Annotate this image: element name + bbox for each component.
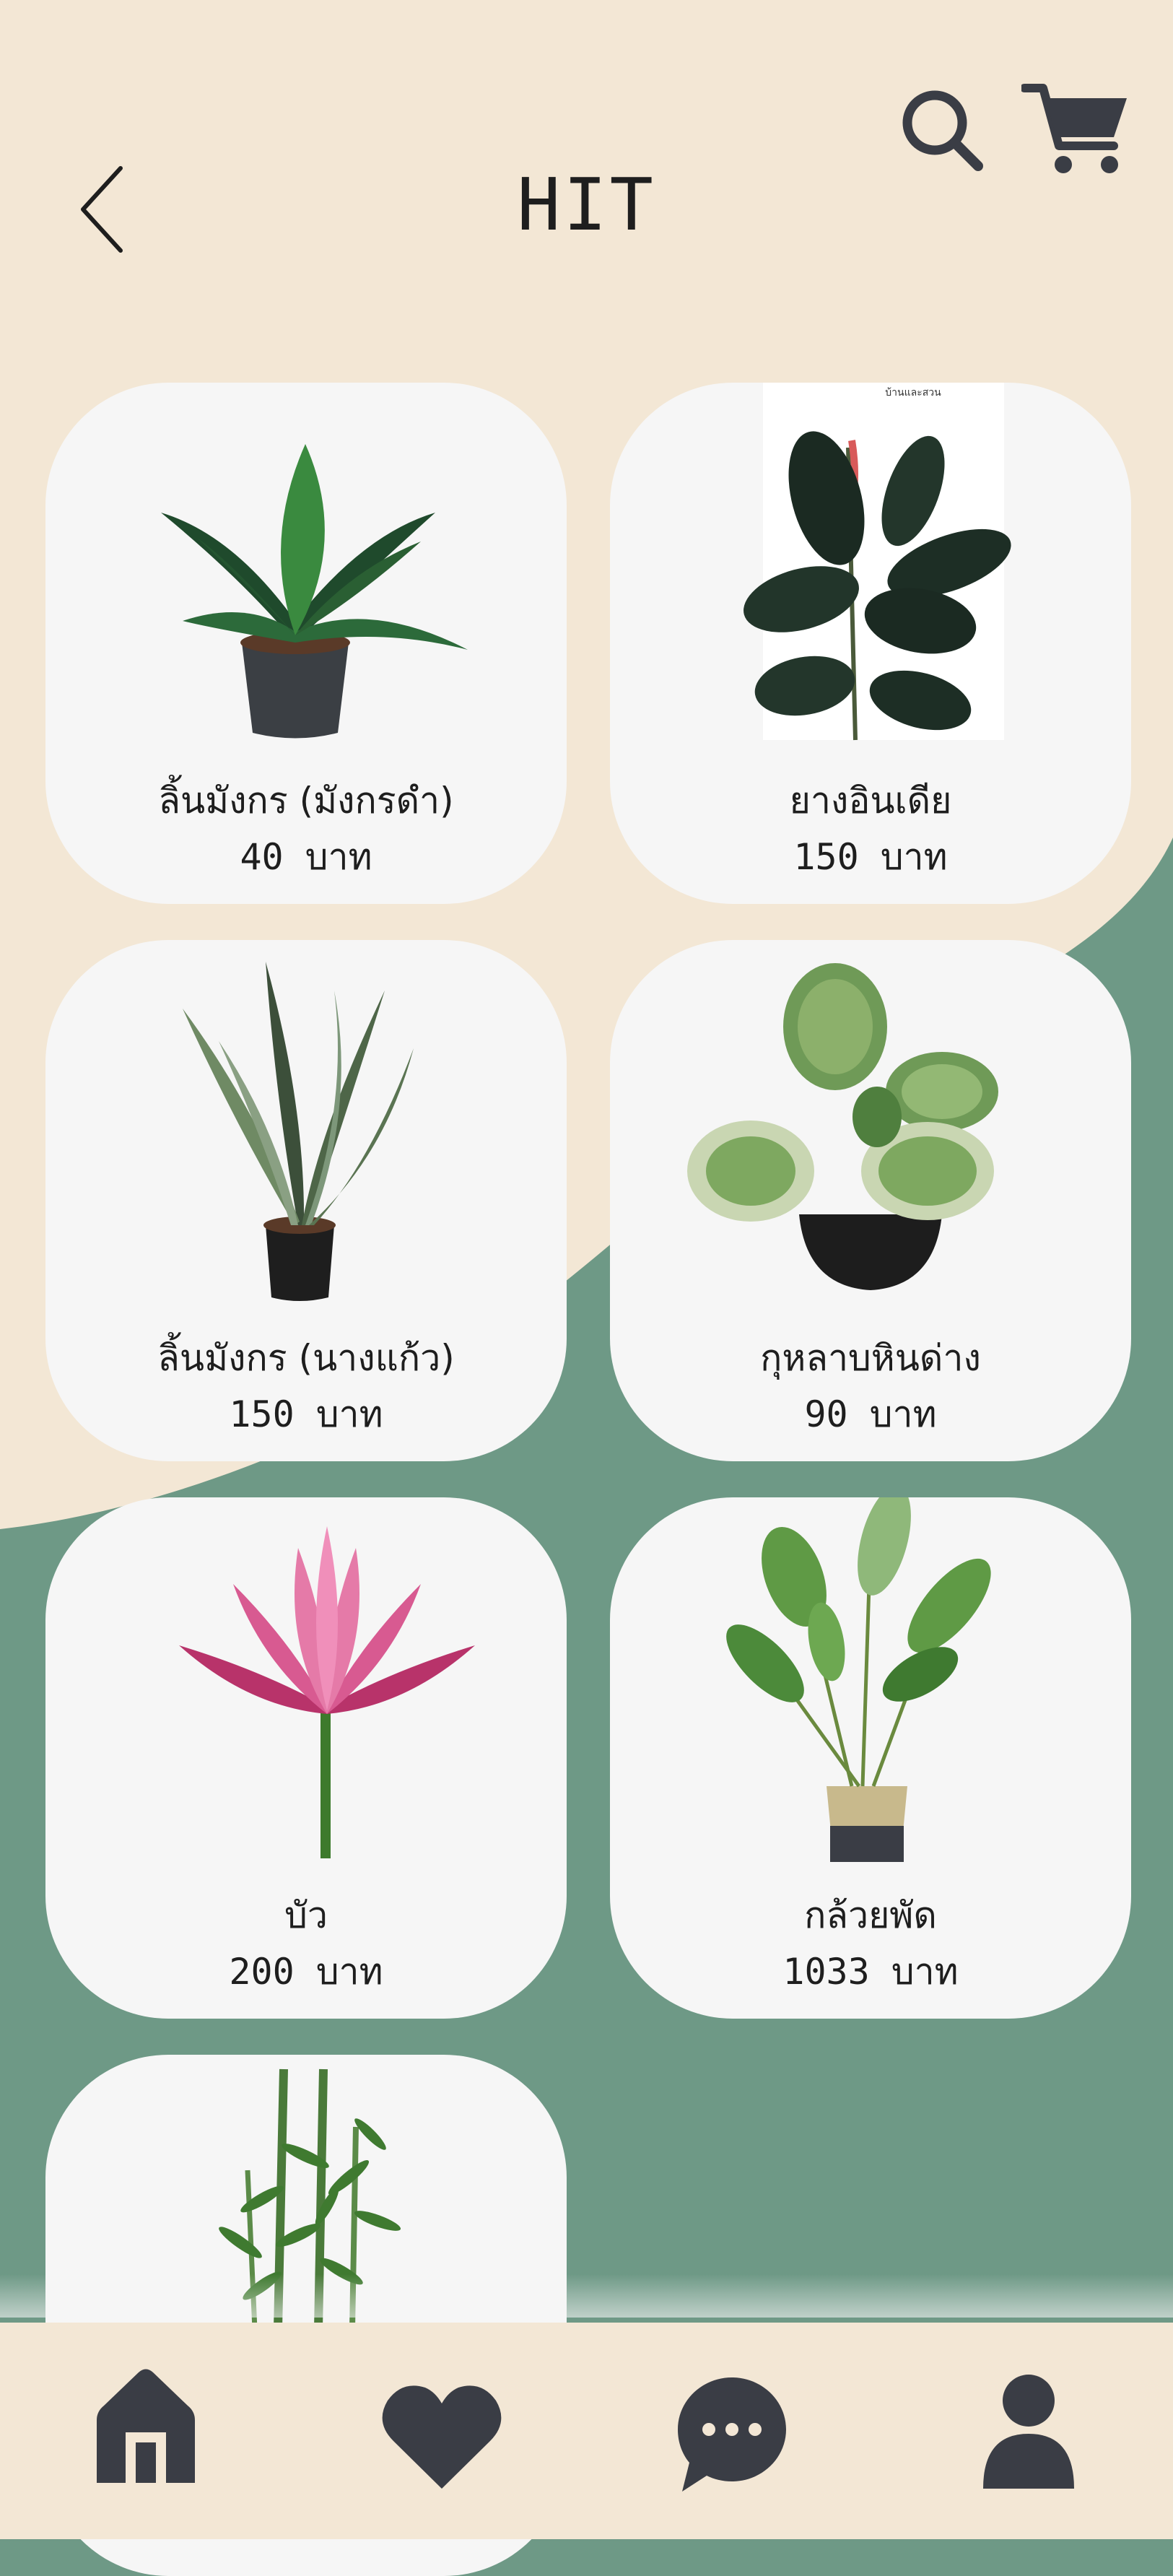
profile-icon — [983, 2375, 1074, 2489]
product-price: 200 บาท — [229, 1951, 383, 1993]
product-card[interactable]: กุหลาบหินด่าง 90 บาท — [610, 940, 1131, 1461]
peperomia-plant-image — [687, 963, 998, 1290]
product-price: 90 บาท — [804, 1393, 937, 1435]
nav-favorites[interactable] — [380, 2382, 503, 2493]
rubber-plant-image: บ้านและสวน — [744, 383, 1011, 741]
product-name: ลิ้นมังกร (นางแก้ว) — [157, 1337, 455, 1379]
cart-button[interactable] — [1020, 79, 1130, 177]
snake-plant-image — [183, 962, 414, 1301]
nav-chat[interactable] — [676, 2375, 788, 2497]
product-price: 1033 บาท — [782, 1951, 959, 1993]
product-price: 150 บาท — [793, 836, 948, 878]
image-caption: บ้านและสวน — [885, 387, 941, 399]
product-card[interactable]: บ้านและสวน ยางอินเดีย 150 บาท — [610, 383, 1131, 904]
heart-icon — [382, 2385, 502, 2489]
product-card[interactable]: กล้วยพัด 1033 บาท — [610, 1497, 1131, 2019]
bottom-nav — [0, 2323, 1173, 2539]
dragon-tongue-plant-image — [161, 444, 468, 739]
nav-profile[interactable] — [983, 2373, 1074, 2492]
product-price: 150 บาท — [229, 1393, 383, 1435]
nav-home[interactable] — [91, 2364, 201, 2486]
product-name: กุหลาบหินด่าง — [760, 1337, 981, 1379]
chat-icon — [678, 2377, 786, 2492]
product-name: ลิ้นมังกร (มังกรดำ) — [158, 780, 454, 822]
product-card[interactable]: ลิ้นมังกร (มังกรดำ) 40 บาท — [45, 383, 567, 904]
page-title: HIT — [517, 162, 656, 247]
cart-icon — [1020, 84, 1127, 173]
product-price: 40 บาท — [240, 836, 372, 878]
product-name: บัว — [284, 1894, 328, 1936]
lotus-flower-image — [179, 1526, 475, 1858]
search-icon — [902, 90, 983, 171]
product-name: ยางอินเดีย — [789, 780, 952, 822]
product-name: กล้วยพัด — [804, 1894, 937, 1936]
home-icon — [97, 2369, 195, 2483]
header: HIT — [0, 0, 1173, 289]
product-card[interactable]: บัว 200 บาท — [45, 1497, 567, 2019]
bird-of-paradise-plant-image — [726, 1497, 991, 1862]
product-card[interactable]: ลิ้นมังกร (นางแก้ว) 150 บาท — [45, 940, 567, 1461]
search-button[interactable] — [899, 87, 985, 173]
